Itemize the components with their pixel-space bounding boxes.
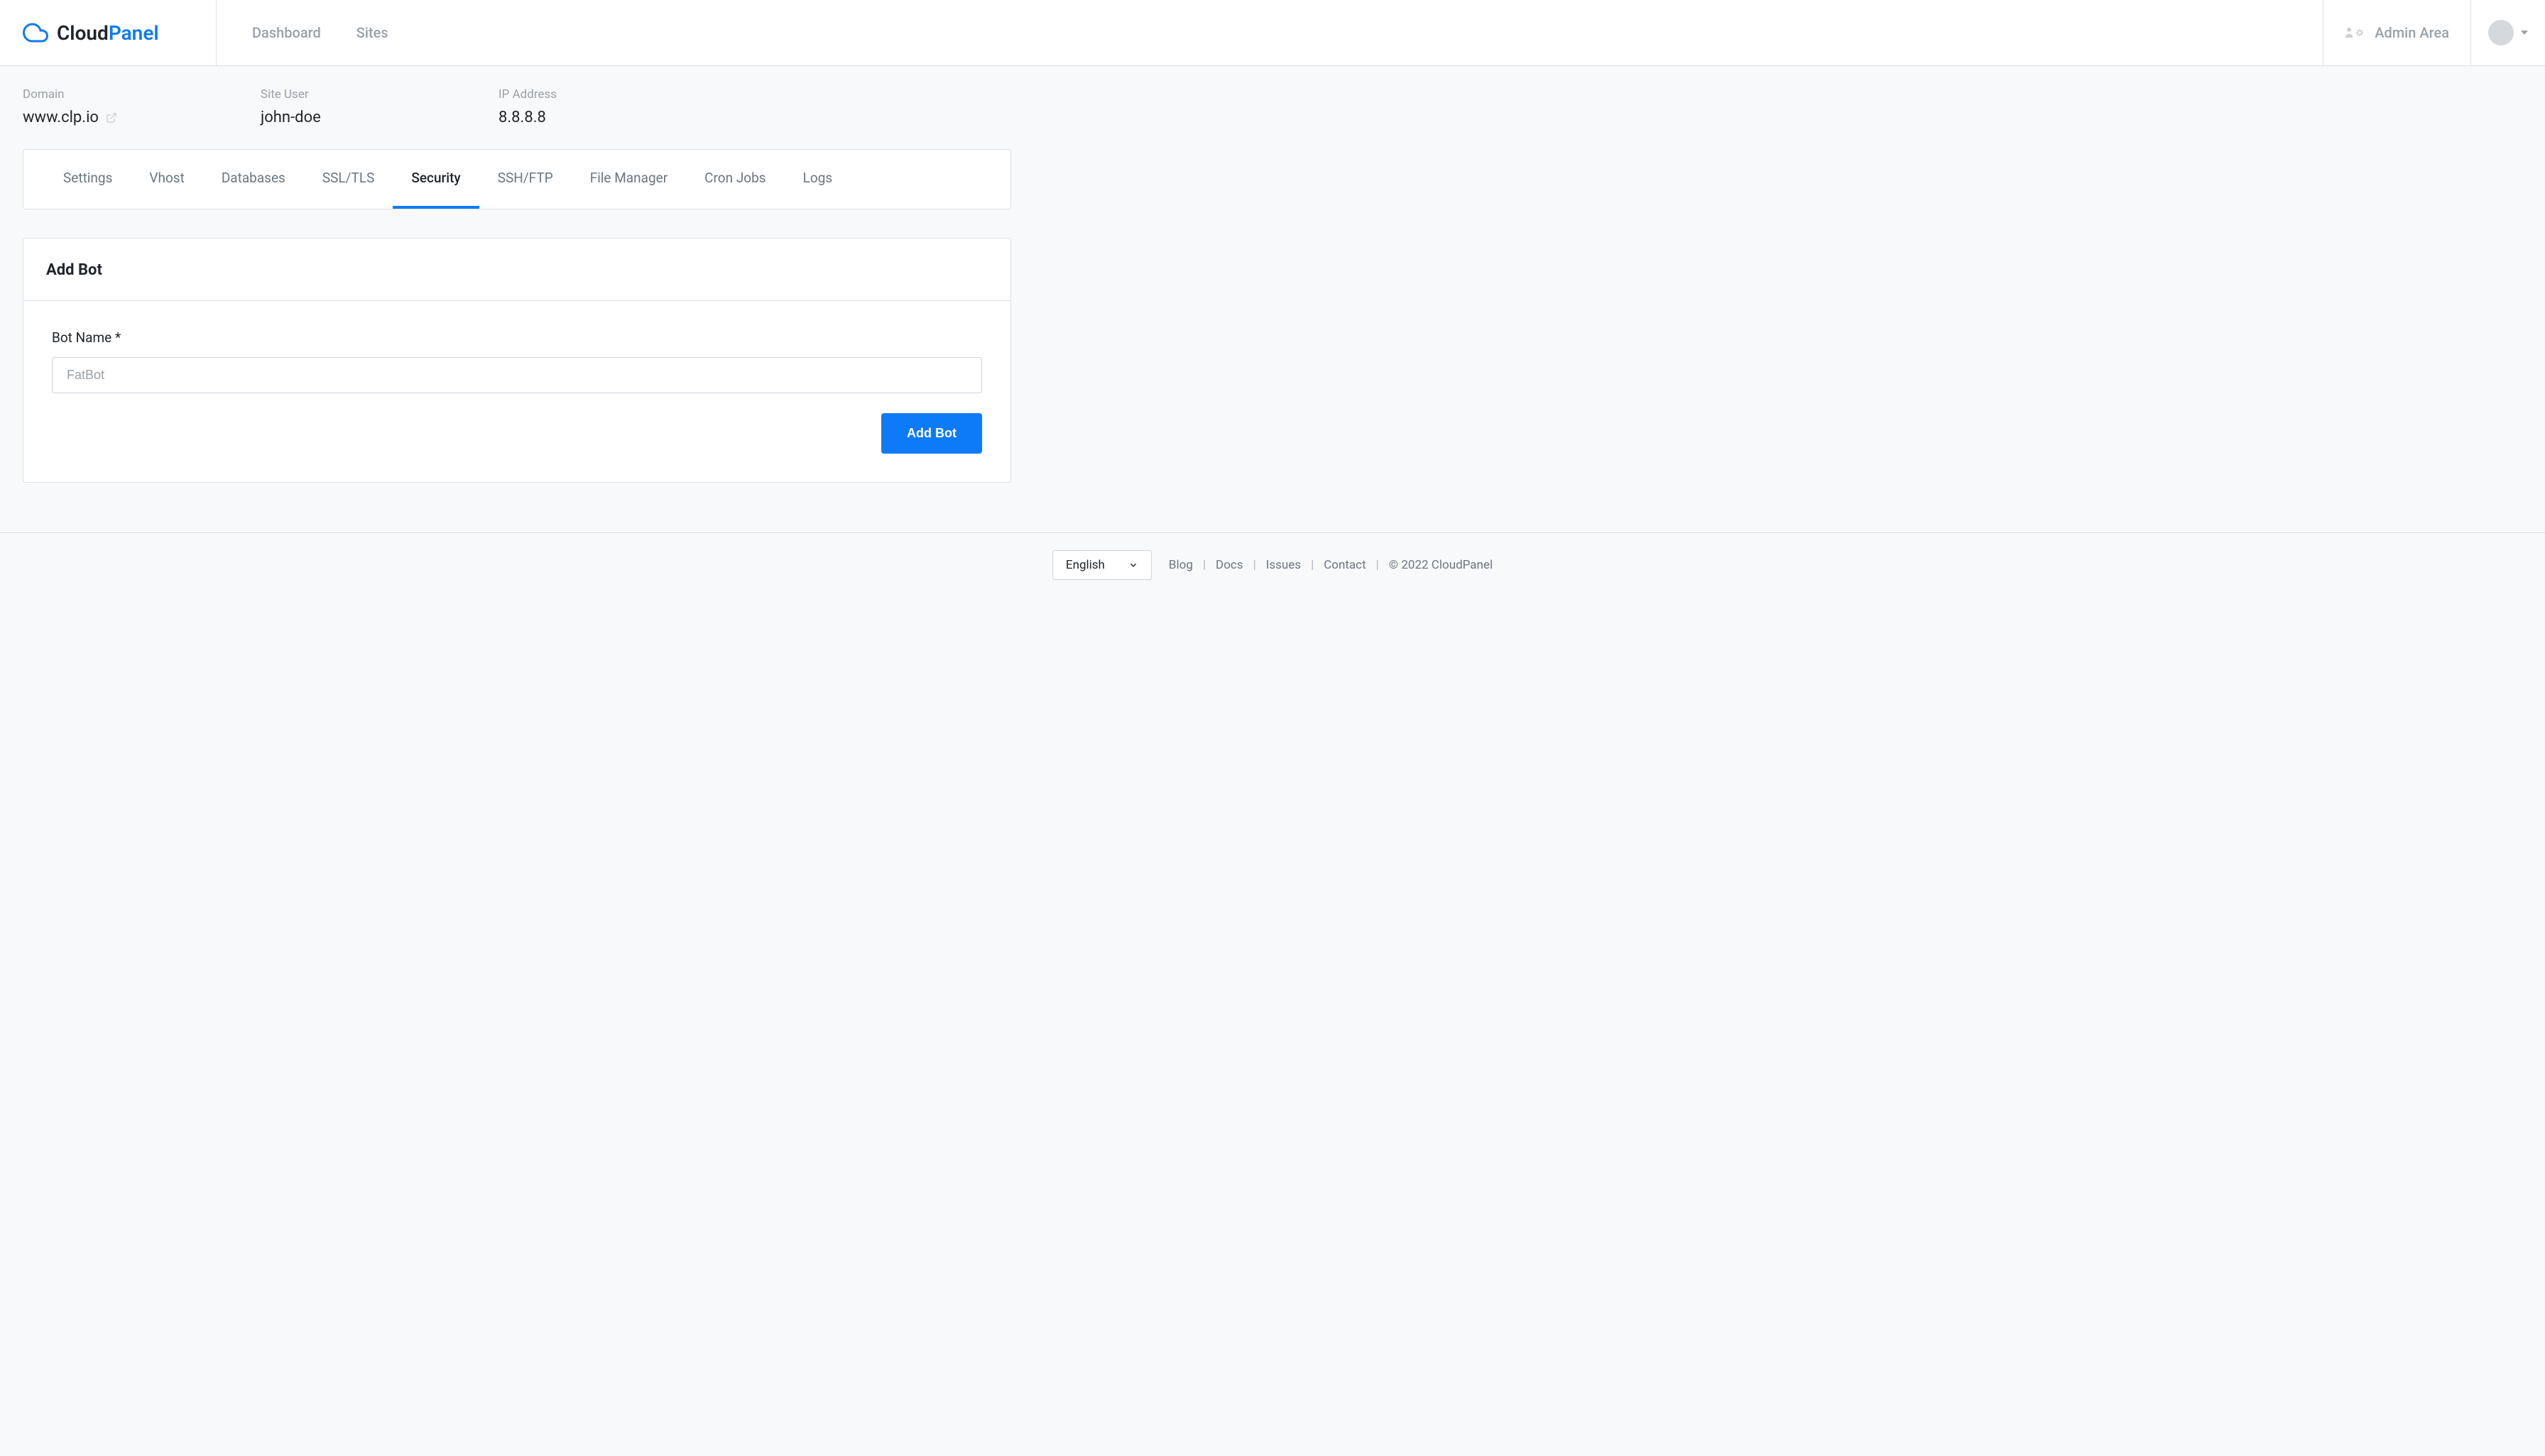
footer-links: Blog | Docs | Issues | Contact | © 2022 …	[1169, 558, 1493, 572]
bot-name-label: Bot Name *	[52, 329, 982, 346]
tab-security[interactable]: Security	[393, 150, 479, 209]
footer-copyright: © 2022 CloudPanel	[1389, 558, 1493, 572]
footer-link-contact[interactable]: Contact	[1324, 558, 1366, 572]
separator: |	[1203, 558, 1206, 572]
main-nav: Dashboard Sites	[217, 0, 2323, 65]
logo-link[interactable]: CloudPanel	[23, 20, 159, 45]
domain-label: Domain	[23, 87, 261, 102]
user-value: john-doe	[261, 109, 498, 126]
add-bot-button[interactable]: Add Bot	[881, 413, 982, 454]
tab-file-manager[interactable]: File Manager	[572, 150, 686, 209]
site-info: Domain www.clp.io Site User john-doe IP …	[23, 87, 1011, 126]
info-ip: IP Address 8.8.8.8	[498, 87, 736, 126]
tab-vhost[interactable]: Vhost	[131, 150, 202, 209]
ip-value: 8.8.8.8	[498, 109, 736, 126]
external-link-icon[interactable]	[106, 112, 117, 124]
tabs: Settings Vhost Databases SSL/TLS Securit…	[23, 149, 1011, 209]
form-group-bot-name: Bot Name *	[52, 329, 982, 393]
separator: |	[1376, 558, 1379, 572]
card-title: Add Bot	[46, 261, 988, 279]
tab-databases[interactable]: Databases	[203, 150, 304, 209]
footer-link-blog[interactable]: Blog	[1169, 558, 1193, 572]
nav-dashboard[interactable]: Dashboard	[252, 24, 321, 41]
admin-area-label: Admin Area	[2375, 24, 2449, 41]
footer-inner: English Blog | Docs | Issues | Contact |…	[0, 550, 2545, 580]
chevron-down-icon	[1128, 560, 1138, 570]
avatar	[2488, 20, 2514, 45]
chevron-down-icon	[2521, 31, 2528, 35]
footer-link-docs[interactable]: Docs	[1216, 558, 1243, 572]
logo-section: CloudPanel	[0, 0, 217, 65]
admin-gear-icon	[2345, 24, 2365, 41]
tab-cron-jobs[interactable]: Cron Jobs	[686, 150, 784, 209]
admin-area-link[interactable]: Admin Area	[2323, 0, 2470, 65]
info-user: Site User john-doe	[261, 87, 498, 126]
form-actions: Add Bot	[52, 413, 982, 454]
cloud-icon	[23, 20, 48, 45]
nav-sites[interactable]: Sites	[356, 24, 388, 41]
user-menu[interactable]	[2470, 0, 2545, 65]
header: CloudPanel Dashboard Sites Admin Area	[0, 0, 2545, 66]
domain-text: www.clp.io	[23, 109, 99, 126]
language-select[interactable]: English	[1052, 550, 1152, 580]
tab-settings[interactable]: Settings	[45, 150, 131, 209]
bot-name-input[interactable]	[52, 357, 982, 393]
logo-text: CloudPanel	[57, 21, 159, 45]
tab-logs[interactable]: Logs	[785, 150, 851, 209]
footer: English Blog | Docs | Issues | Contact |…	[0, 532, 2545, 597]
separator: |	[1311, 558, 1314, 572]
add-bot-card: Add Bot Bot Name * Add Bot	[23, 238, 1011, 483]
ip-label: IP Address	[498, 87, 736, 102]
card-body: Bot Name * Add Bot	[23, 301, 1010, 482]
domain-value: www.clp.io	[23, 109, 261, 126]
tab-ssl-tls[interactable]: SSL/TLS	[304, 150, 393, 209]
content: Domain www.clp.io Site User john-doe IP …	[0, 66, 1034, 504]
separator: |	[1253, 558, 1256, 572]
language-value: English	[1066, 558, 1105, 572]
info-domain: Domain www.clp.io	[23, 87, 261, 126]
user-label: Site User	[261, 87, 498, 102]
tab-ssh-ftp[interactable]: SSH/FTP	[479, 150, 572, 209]
card-header: Add Bot	[23, 239, 1010, 301]
footer-link-issues[interactable]: Issues	[1266, 558, 1301, 572]
